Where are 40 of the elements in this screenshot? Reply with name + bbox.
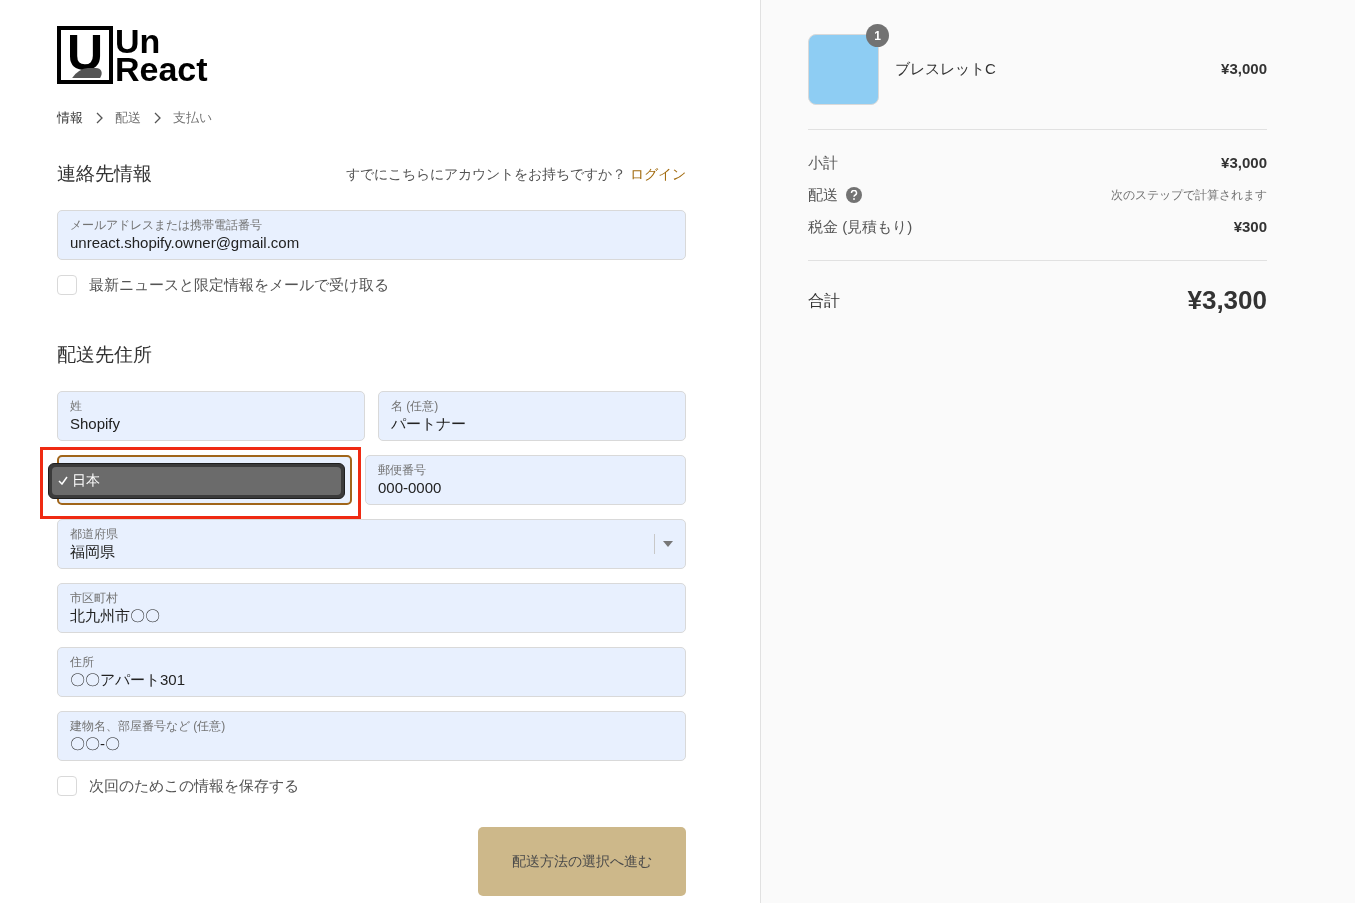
quantity-badge: 1 bbox=[866, 24, 889, 47]
breadcrumb-link[interactable]: 配送 bbox=[115, 108, 141, 128]
summary-value: ¥300 bbox=[1233, 216, 1267, 237]
total-value: ¥3,300 bbox=[1187, 284, 1267, 317]
input-field[interactable]: メールアドレスまたは携帯電話番号 unreact.shopify.owner@gmail.com bbox=[57, 210, 686, 260]
chevron-right-icon bbox=[153, 112, 161, 124]
logo-mark: U bbox=[57, 26, 113, 84]
checkbox-label: 次回のためこの情報を保存する bbox=[89, 775, 299, 796]
summary-label: 税金 (見積もり) bbox=[808, 216, 913, 237]
section-title: 連絡先情報 bbox=[57, 161, 152, 186]
total-label: 合計 bbox=[808, 290, 840, 311]
summary-label: 小計 bbox=[808, 152, 838, 173]
input-field[interactable]: 市区町村 北九州市〇〇 bbox=[57, 582, 686, 633]
dropdown-option[interactable]: 日本 bbox=[52, 466, 341, 495]
summary-value: ¥3,000 bbox=[1221, 152, 1267, 173]
chevron-right-icon bbox=[95, 112, 103, 124]
checkbox-label: 最新ニュースと限定情報をメールで受け取る bbox=[89, 275, 389, 295]
select-field[interactable]: 都道府県 福岡県 bbox=[57, 518, 686, 569]
help-icon[interactable] bbox=[846, 187, 862, 203]
product-name: ブレスレットC bbox=[895, 59, 997, 80]
login-link[interactable]: ログイン bbox=[630, 163, 686, 185]
checkmark-icon bbox=[58, 476, 68, 485]
input-field[interactable]: 建物名、部屋番号など (任意) 〇〇-〇 bbox=[57, 710, 686, 761]
continue-button[interactable]: 配送方法の選択へ進む bbox=[478, 827, 686, 896]
input-field[interactable]: 郵便番号 000-0000 bbox=[365, 454, 686, 505]
checkbox[interactable] bbox=[57, 275, 77, 296]
summary-label: 配送 bbox=[808, 184, 838, 205]
input-field[interactable]: 名 (任意) パートナー bbox=[378, 390, 686, 441]
logo-text: React bbox=[115, 55, 208, 83]
breadcrumb-link[interactable]: 情報 bbox=[57, 108, 83, 128]
checkbox[interactable] bbox=[57, 775, 77, 796]
input-field[interactable]: 姓 Shopify bbox=[57, 390, 365, 441]
input-field[interactable]: 住所 〇〇アパート301 bbox=[57, 646, 686, 697]
dropdown-arrow-icon bbox=[663, 540, 673, 547]
summary-note: 次のステップで計算されます bbox=[1111, 187, 1267, 204]
breadcrumb-link[interactable]: 支払い bbox=[173, 108, 212, 128]
logo-text: Un bbox=[115, 27, 161, 55]
product-price: ¥3,000 bbox=[1221, 59, 1267, 80]
login-prompt: すでにこちらにアカウントをお持ちですか？ bbox=[346, 164, 626, 184]
section-title: 配送先住所 bbox=[57, 342, 153, 367]
